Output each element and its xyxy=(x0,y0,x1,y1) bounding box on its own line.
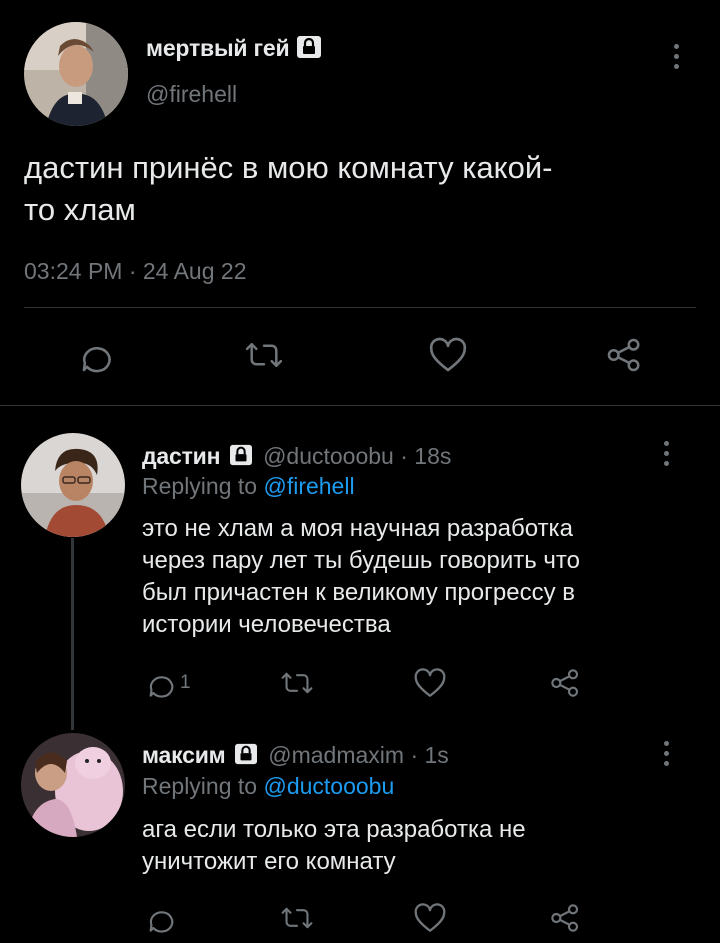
main-tweet-text-line-1: дастин принёс в мою комнату какой- xyxy=(24,150,553,185)
reply-1-header: дастин @ductooobu · 18s xyxy=(142,442,451,472)
lock-icon xyxy=(234,743,258,771)
main-tweet-text-line-2: то хлам xyxy=(24,192,136,227)
main-tweet-text: дастин принёс в мою комнату какой- то хл… xyxy=(24,147,552,231)
heart-icon[interactable] xyxy=(413,902,447,934)
avatar-main-author[interactable] xyxy=(24,22,128,126)
retweet-icon[interactable] xyxy=(280,902,314,934)
reply-2-time[interactable]: · 1s xyxy=(410,742,448,768)
retweet-icon[interactable] xyxy=(244,336,284,374)
avatar-reply-2[interactable] xyxy=(21,733,125,837)
main-author-name-text[interactable]: мертвый гей xyxy=(146,35,290,61)
reply-2-replying-to: Replying to @ductooobu xyxy=(142,772,394,800)
reply-2-replying-prefix: Replying to xyxy=(142,773,258,799)
reply-2-header: максим @madmaxim · 1s xyxy=(142,741,449,771)
avatar-reply-1[interactable] xyxy=(21,433,125,537)
reply-1-time[interactable]: · 18s xyxy=(400,443,451,469)
reply-1-text-line: это не хлам а моя научная разработка xyxy=(142,515,573,542)
reply-1-replying-to-link[interactable]: @firehell xyxy=(263,473,354,499)
lock-icon xyxy=(229,444,253,472)
reply-2-author-name[interactable]: максим xyxy=(142,742,226,768)
reply-2-author-handle[interactable]: @madmaxim xyxy=(268,742,404,768)
main-author-name[interactable]: мертвый гей xyxy=(146,34,322,65)
section-divider xyxy=(0,405,720,406)
main-author-handle[interactable]: @firehell xyxy=(146,80,237,108)
retweet-icon[interactable] xyxy=(280,667,314,699)
reply-2-text-line: уничтожит его комнату xyxy=(142,848,396,875)
reply-2-text-line: ага если только эта разработка не xyxy=(142,816,526,843)
more-vertical-icon[interactable] xyxy=(674,44,679,69)
reply-1-author-handle[interactable]: @ductooobu xyxy=(263,443,394,469)
reply-1-replying-to: Replying to @firehell xyxy=(142,472,355,500)
reply-1-text-line: через пару лет ты будешь говорить что xyxy=(142,547,580,574)
more-vertical-icon[interactable] xyxy=(664,441,669,466)
more-vertical-icon[interactable] xyxy=(664,741,669,766)
main-tweet-timestamp[interactable]: 03:24 PM · 24 Aug 22 xyxy=(24,257,247,285)
heart-icon[interactable] xyxy=(413,667,447,699)
reply-1-replying-prefix: Replying to xyxy=(142,473,258,499)
reply-1-text-line: был причастен к великому прогрессу в xyxy=(142,579,575,606)
thread-line xyxy=(71,538,74,730)
share-icon[interactable] xyxy=(604,336,644,374)
heart-icon[interactable] xyxy=(428,336,468,374)
reply-icon[interactable] xyxy=(76,336,114,374)
reply-2-text: ага если только эта разработка не уничто… xyxy=(142,814,526,878)
lock-icon xyxy=(296,35,322,65)
reply-icon[interactable] xyxy=(144,902,176,934)
reply-1-text: это не хлам а моя научная разработка чер… xyxy=(142,513,580,641)
reply-1-author-name[interactable]: дастин xyxy=(142,443,220,469)
reply-icon[interactable]: 1 xyxy=(144,667,191,699)
share-icon[interactable] xyxy=(548,667,582,699)
main-tweet-divider xyxy=(24,307,696,308)
reply-1-reply-count: 1 xyxy=(180,672,191,693)
share-icon[interactable] xyxy=(548,902,582,934)
reply-2-replying-to-link[interactable]: @ductooobu xyxy=(263,773,394,799)
reply-1-text-line: истории человечества xyxy=(142,611,391,638)
